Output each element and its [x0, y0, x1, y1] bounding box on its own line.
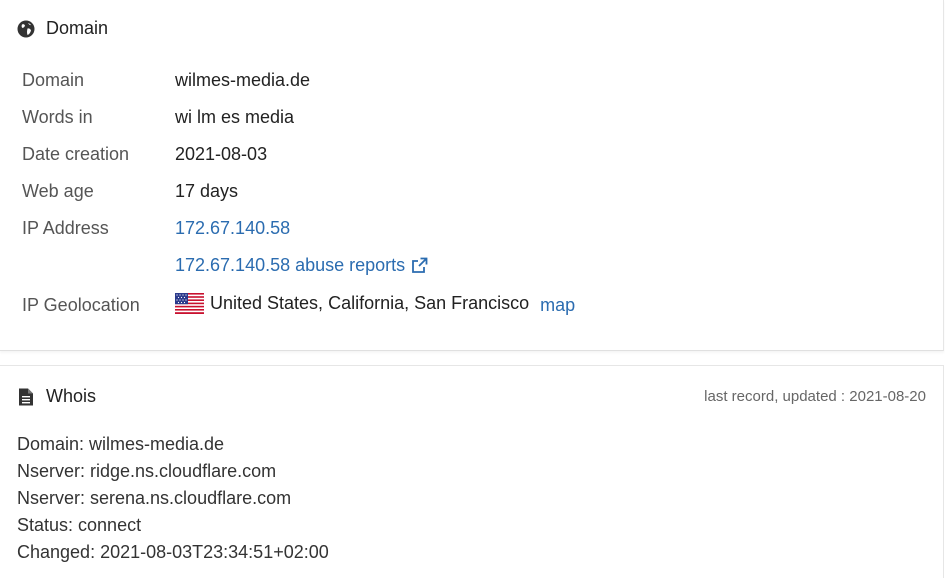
- row-geolocation: IP Geolocation United States, California…: [22, 291, 575, 315]
- globe-icon: [17, 20, 35, 38]
- ip-address-link[interactable]: 172.67.140.58: [175, 218, 290, 239]
- words-value: wi lm es media: [175, 106, 295, 127]
- web-age-label: Web age: [22, 180, 94, 201]
- row-date-creation: Date creation 2021-08-03: [22, 142, 267, 166]
- date-creation-value: 2021-08-03: [175, 143, 268, 164]
- whois-line: Domain: wilmes-media.de: [17, 434, 225, 454]
- file-text-icon: [17, 388, 35, 406]
- whois-panel-title: Whois: [17, 386, 96, 407]
- geolocation-value: United States, California, San Francisco: [210, 292, 530, 313]
- date-creation-label: Date creation: [22, 143, 130, 164]
- row-ip-address: IP Address 172.67.140.58: [22, 216, 290, 240]
- domain-panel-title: Domain: [17, 18, 108, 39]
- words-label: Words in: [22, 106, 93, 127]
- whois-line: Nserver: serena.ns.cloudflare.com: [17, 488, 292, 508]
- whois-line: Changed: 2021-08-03T23:34:51+02:00: [17, 542, 329, 562]
- whois-record: Domain: wilmes-media.de Nserver: ridge.n…: [17, 431, 329, 566]
- geolocation-label: IP Geolocation: [22, 294, 140, 315]
- row-words: Words in wi lm es media: [22, 105, 294, 129]
- abuse-reports-link[interactable]: 172.67.140.58 abuse reports: [175, 255, 405, 276]
- row-domain: Domain wilmes-media.de: [22, 68, 310, 92]
- last-updated-text: last record, updated : 2021-08-20: [704, 388, 926, 405]
- domain-panel-title-text: Domain: [46, 18, 109, 38]
- domain-value: wilmes-media.de: [175, 69, 311, 90]
- whois-line: Status: connect: [17, 515, 142, 535]
- us-flag-icon: [175, 292, 204, 314]
- ip-address-label: IP Address: [22, 217, 109, 238]
- web-age-value: 17 days: [175, 180, 239, 201]
- whois-line: Nserver: ridge.ns.cloudflare.com: [17, 461, 277, 481]
- domain-label: Domain: [22, 69, 85, 90]
- row-web-age: Web age 17 days: [22, 179, 238, 203]
- whois-panel-title-text: Whois: [46, 386, 97, 406]
- map-link[interactable]: map: [540, 295, 575, 316]
- external-link-icon[interactable]: [411, 257, 428, 274]
- row-abuse: 172.67.140.58 abuse reports: [22, 253, 428, 277]
